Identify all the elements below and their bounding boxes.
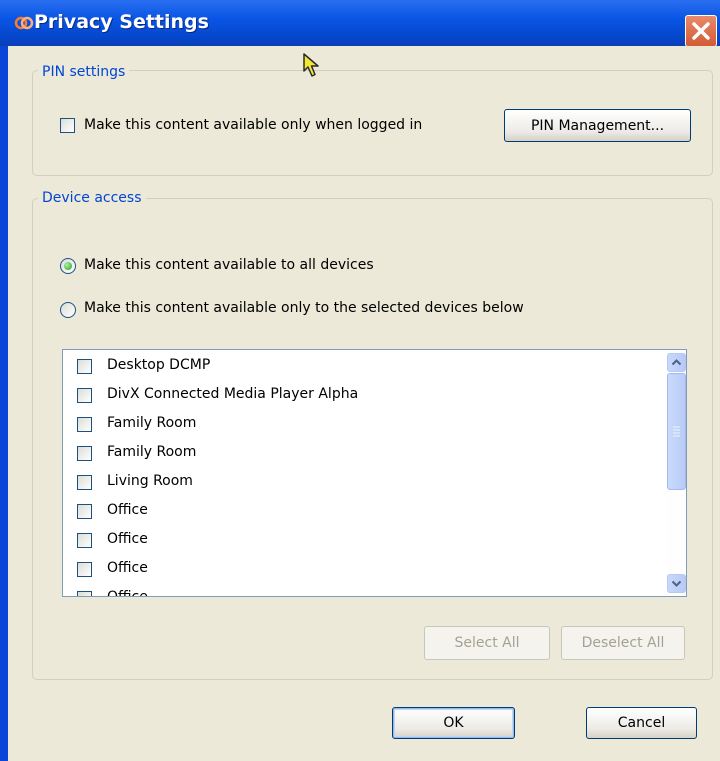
window-title: Privacy Settings	[34, 11, 209, 33]
device-list-scrollbar[interactable]	[667, 351, 686, 595]
device-checkbox[interactable]	[77, 591, 92, 596]
close-button[interactable]	[685, 15, 717, 47]
mouse-pointer-icon	[303, 53, 319, 77]
selected-devices-label: Make this content available only to the …	[84, 300, 524, 316]
all-devices-label: Make this content available to all devic…	[84, 257, 374, 273]
device-list[interactable]: Desktop DCMP DivX Connected Media Player…	[62, 349, 687, 597]
logged-in-only-checkbox[interactable]	[60, 118, 75, 133]
pin-management-button[interactable]: PIN Management...	[504, 109, 691, 142]
select-all-button[interactable]: Select All	[424, 626, 550, 660]
close-icon	[692, 22, 710, 40]
scroll-up-button[interactable]	[667, 353, 686, 372]
pin-settings-group-title: PIN settings	[38, 64, 130, 80]
device-label: Office	[107, 589, 148, 597]
radio-selected-dot	[64, 262, 72, 270]
cancel-button[interactable]: Cancel	[586, 707, 697, 739]
device-checkbox[interactable]	[77, 359, 92, 374]
device-label: DivX Connected Media Player Alpha	[107, 386, 359, 402]
selected-devices-radio[interactable]	[60, 302, 76, 318]
device-checkbox[interactable]	[77, 388, 92, 403]
chevron-down-icon	[671, 580, 682, 587]
device-label: Office	[107, 502, 148, 518]
title-bar[interactable]: Privacy Settings	[0, 0, 720, 47]
privacy-settings-window: Privacy Settings PIN settings Make this …	[0, 0, 720, 761]
device-list-item[interactable]: DivX Connected Media Player Alpha	[63, 381, 663, 410]
device-list-item[interactable]: Office	[63, 584, 663, 597]
device-list-item[interactable]: Family Room	[63, 439, 663, 468]
device-checkbox[interactable]	[77, 446, 92, 461]
divx-logo-icon	[14, 16, 34, 30]
ok-button[interactable]: OK	[392, 707, 515, 739]
device-checkbox[interactable]	[77, 475, 92, 490]
device-checkbox[interactable]	[77, 562, 92, 577]
device-label: Office	[107, 560, 148, 576]
chevron-up-icon	[671, 359, 682, 366]
device-list-item[interactable]: Desktop DCMP	[63, 352, 663, 381]
logged-in-only-label: Make this content available only when lo…	[84, 117, 423, 133]
device-label: Family Room	[107, 415, 197, 431]
device-checkbox[interactable]	[77, 504, 92, 519]
dialog-client-area: PIN settings Make this content available…	[8, 46, 720, 761]
device-checkbox[interactable]	[77, 533, 92, 548]
scroll-thumb[interactable]	[667, 373, 686, 490]
device-list-item[interactable]: Office	[63, 497, 663, 526]
device-label: Desktop DCMP	[107, 357, 211, 373]
device-list-item[interactable]: Living Room	[63, 468, 663, 497]
device-checkbox[interactable]	[77, 417, 92, 432]
scroll-down-button[interactable]	[667, 574, 686, 593]
device-list-item[interactable]: Office	[63, 555, 663, 584]
deselect-all-button[interactable]: Deselect All	[561, 626, 685, 660]
grip-icon	[673, 426, 680, 437]
device-list-item[interactable]: Family Room	[63, 410, 663, 439]
all-devices-radio[interactable]	[60, 258, 76, 274]
device-list-item[interactable]: Office	[63, 526, 663, 555]
device-label: Living Room	[107, 473, 193, 489]
device-access-group-title: Device access	[38, 190, 146, 206]
device-label: Office	[107, 531, 148, 547]
device-label: Family Room	[107, 444, 197, 460]
